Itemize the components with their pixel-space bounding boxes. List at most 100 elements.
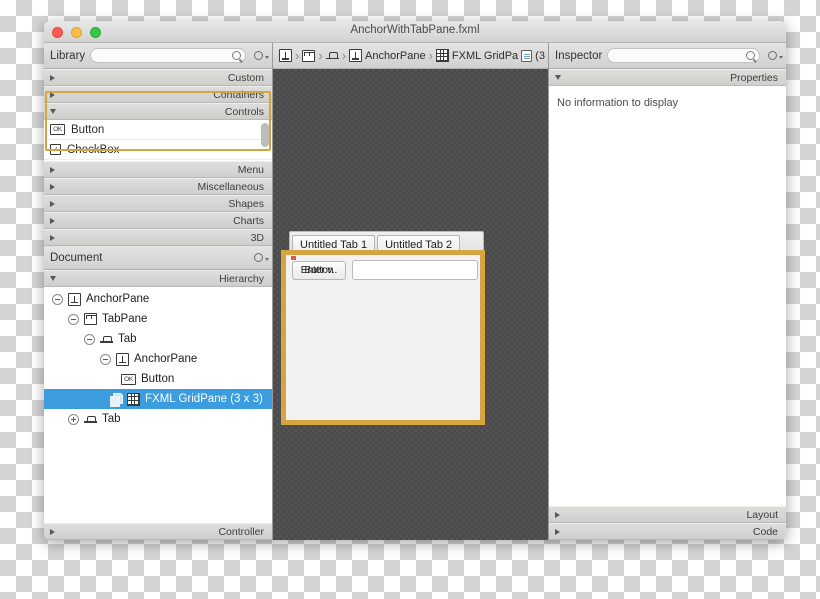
library-section-controls[interactable]: Controls: [44, 103, 272, 120]
tree-row-anchorpane-child[interactable]: AnchorPane: [44, 349, 272, 369]
chevron-right-icon: [50, 166, 55, 173]
library-section-miscellaneous[interactable]: Miscellaneous: [44, 178, 272, 195]
tree-row-label: Button: [141, 373, 175, 385]
window-title: AnchorWithTabPane.fxml: [350, 24, 480, 36]
library-section-menu-label: Menu: [237, 163, 264, 176]
library-search-input[interactable]: [90, 48, 246, 63]
tree-row-label: FXML GridPane (3 x 3): [145, 393, 263, 405]
inspector-header: Inspector: [549, 43, 786, 69]
chevron-down-icon: [555, 75, 561, 80]
tabpane-icon: [84, 313, 97, 325]
tree-row-label: Tab: [102, 413, 121, 425]
grid-icon: [127, 392, 140, 406]
breadcrumb-separator: ›: [318, 48, 323, 63]
breadcrumb-item-anchorpane[interactable]: AnchorPane: [349, 49, 426, 62]
document-icon: [521, 49, 533, 62]
inspector-empty-message: No information to display: [557, 97, 679, 109]
chevron-right-icon: [555, 511, 560, 518]
canvas-selected-anchorpane[interactable]: Button Enter v..: [281, 250, 485, 425]
inspector-section-properties-label: Properties: [730, 71, 778, 84]
title-bar: AnchorWithTabPane.fxml: [44, 21, 786, 43]
chevron-right-icon: [50, 200, 55, 207]
library-item-checkbox[interactable]: ✓ CheckBox: [44, 140, 272, 160]
chevron-right-icon: [50, 74, 55, 81]
library-section-menu[interactable]: Menu: [44, 161, 272, 178]
chevron-right-icon: [50, 528, 55, 535]
library-section-controls-label: Controls: [224, 105, 264, 118]
checkbox-icon: ✓: [50, 144, 61, 155]
breadcrumb-separator: ›: [295, 48, 300, 63]
tree-row-fxml-gridpane[interactable]: FXML GridPane (3 x 3): [44, 389, 272, 409]
document-section-hierarchy-label: Hierarchy: [219, 272, 264, 285]
inspector-section-code[interactable]: Code: [549, 523, 786, 540]
tree-row-tab-2[interactable]: Tab: [44, 409, 272, 429]
chevron-right-icon: [50, 91, 55, 98]
tab-icon: [84, 414, 97, 425]
breadcrumb-item-tab[interactable]: [325, 50, 339, 61]
inspector-section-code-label: Code: [752, 525, 778, 538]
canvas-button-label: Button: [304, 265, 334, 276]
breadcrumb-item-tabpane[interactable]: [302, 49, 316, 62]
canvas-tab-1-label: Untitled Tab 1: [300, 238, 368, 251]
document-settings-button[interactable]: [251, 250, 269, 265]
tab-icon: [325, 50, 339, 61]
disclosure-expand-icon[interactable]: [68, 413, 79, 425]
inspector-section-properties[interactable]: Properties: [549, 69, 786, 86]
tree-row-label: Tab: [118, 333, 137, 345]
inspector-settings-button[interactable]: [765, 48, 783, 63]
library-section-miscellaneous-label: Miscellaneous: [197, 180, 264, 193]
hierarchy-tree: AnchorPane TabPane Tab AnchorPane OK But…: [44, 91, 272, 523]
inspector-search-input[interactable]: [607, 48, 760, 63]
library-section-charts[interactable]: Charts: [44, 212, 272, 229]
library-item-button-label: Button: [71, 123, 105, 136]
document-title: Document: [50, 251, 103, 264]
breadcrumb-item-fxml-gridpane[interactable]: FXML GridPa (3: [435, 49, 545, 62]
tree-row-label: AnchorPane: [86, 293, 150, 305]
library-item-list: OK Button ✓ CheckBox: [44, 120, 272, 161]
canvas-text-field[interactable]: [352, 260, 478, 280]
library-section-custom[interactable]: Custom: [44, 69, 272, 86]
disclosure-collapse-icon[interactable]: [52, 293, 63, 305]
library-scrollbar-thumb[interactable]: [261, 123, 269, 147]
tab-icon: [100, 334, 113, 345]
disclosure-collapse-icon[interactable]: [68, 313, 79, 325]
library-section-shapes[interactable]: Shapes: [44, 195, 272, 212]
anchorpane-icon: [116, 352, 129, 366]
window-body: Library Custom Containers Controls OK Bu…: [44, 43, 786, 540]
tree-row-tab-1[interactable]: Tab: [44, 329, 272, 349]
anchorpane-icon: [349, 49, 363, 62]
inspector-section-layout[interactable]: Layout: [549, 506, 786, 523]
search-icon: [232, 51, 241, 60]
disclosure-collapse-icon[interactable]: [100, 353, 111, 365]
disclosure-collapse-icon[interactable]: [84, 333, 95, 345]
chevron-right-icon: [555, 528, 560, 535]
inspector-panel: Inspector Properties No information to d…: [548, 43, 786, 540]
tree-row-label: AnchorPane: [134, 353, 198, 365]
library-title: Library: [50, 49, 86, 62]
library-section-3d[interactable]: 3D: [44, 229, 272, 246]
design-canvas[interactable]: Untitled Tab 1 Untitled Tab 2 Button Ent…: [273, 69, 548, 540]
library-item-button[interactable]: OK Button: [44, 120, 272, 140]
library-section-containers[interactable]: Containers: [44, 86, 272, 103]
canvas-button-group: Button Enter v..: [292, 261, 346, 280]
tree-row-button[interactable]: OK Button: [44, 369, 272, 389]
chevron-right-icon: [50, 234, 55, 241]
tree-row-tabpane[interactable]: TabPane: [44, 309, 272, 329]
breadcrumb-separator: ›: [428, 48, 433, 63]
anchorpane-icon: [68, 292, 81, 306]
document-section-hierarchy[interactable]: Hierarchy: [44, 270, 272, 287]
tree-row-anchorpane-root[interactable]: AnchorPane: [44, 289, 272, 309]
breadcrumb-item-suffix: (3: [535, 49, 545, 62]
center-content-area: › › › AnchorPane › FXML GridPa (3 Untitl…: [273, 43, 548, 540]
breadcrumb: › › › AnchorPane › FXML GridPa (3: [273, 43, 548, 69]
canvas-button[interactable]: Button: [292, 261, 346, 280]
breadcrumb-item-anchorpane-root[interactable]: [279, 49, 292, 62]
library-settings-button[interactable]: [251, 48, 269, 63]
breadcrumb-item-label: AnchorPane: [365, 49, 426, 62]
chevron-right-icon: [50, 183, 55, 190]
library-section-3d-label: 3D: [250, 231, 264, 244]
anchorpane-icon: [279, 49, 292, 62]
library-section-containers-label: Containers: [213, 88, 264, 101]
document-section-controller[interactable]: Controller: [44, 523, 272, 540]
ok-button-icon: OK: [121, 373, 136, 385]
